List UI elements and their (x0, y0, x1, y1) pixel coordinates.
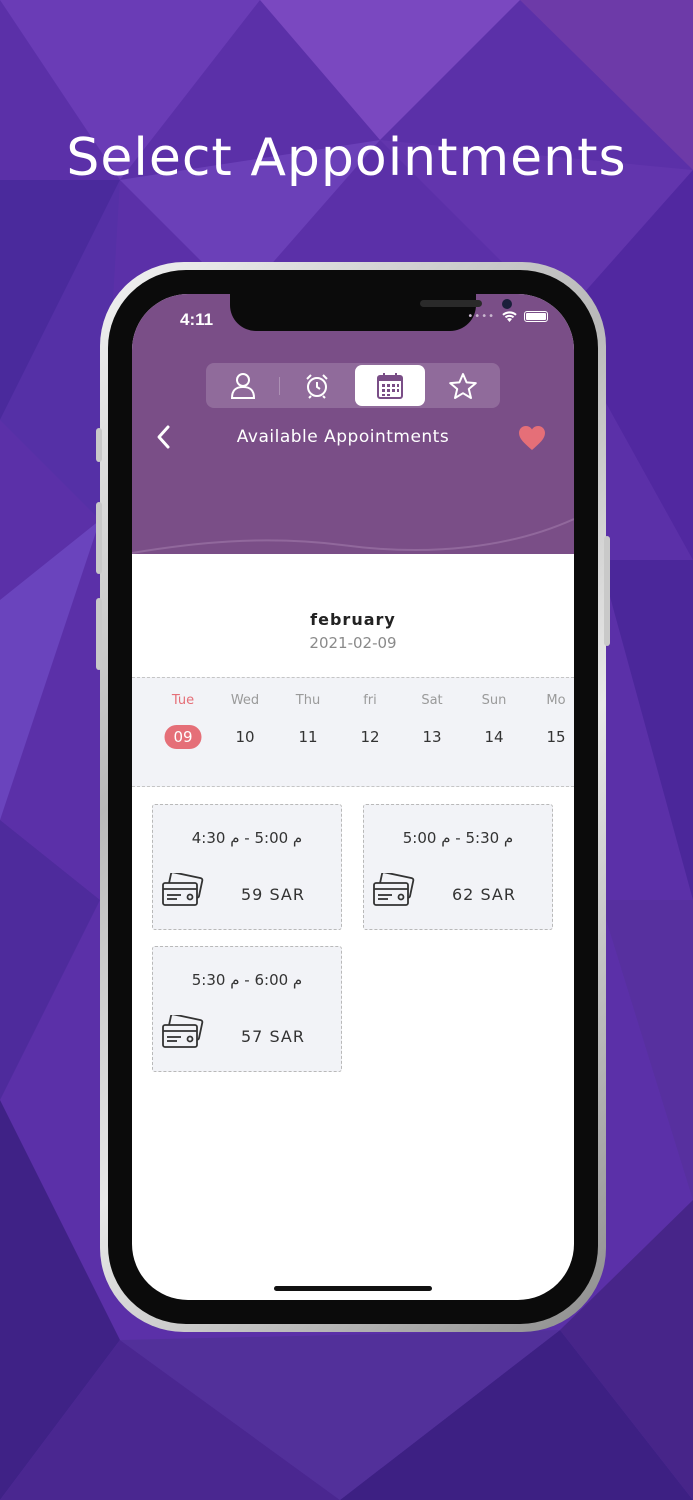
day-number: 09 (164, 725, 202, 749)
day-number: 15 (546, 728, 566, 746)
headline: Select Appointments (66, 128, 627, 188)
volume-up-button (96, 502, 102, 574)
day-name: Tue (171, 693, 195, 708)
day-thu[interactable]: Thu 11 (277, 678, 339, 786)
speaker (420, 300, 482, 307)
heart-icon (519, 426, 545, 450)
notch (230, 294, 512, 331)
power-button (604, 536, 610, 646)
user-icon (230, 372, 256, 399)
slot-price: 59 SAR (241, 885, 305, 904)
slot-time: م 5:00 - م 4:30 (191, 829, 303, 847)
phone-screen: 4:11 •••• Available Appointments februar… (132, 294, 574, 1300)
day-number: 10 (235, 728, 255, 746)
silent-switch (96, 428, 102, 462)
day-tue[interactable]: Tue 09 (152, 678, 214, 786)
slot-price: 57 SAR (241, 1027, 305, 1046)
status-time: 4:11 (180, 310, 214, 329)
tab-profile[interactable] (208, 365, 278, 406)
star-icon (449, 372, 477, 399)
selected-date: 2021-02-09 (309, 634, 397, 652)
payment-cards-icon (373, 873, 415, 906)
day-number: 11 (298, 728, 318, 746)
day-name: Mo (546, 693, 566, 708)
slot-price: 62 SAR (452, 885, 516, 904)
day-sun[interactable]: Sun 14 (463, 678, 525, 786)
tab-divider (279, 377, 280, 395)
day-number: 14 (484, 728, 504, 746)
day-sat[interactable]: Sat 13 (401, 678, 463, 786)
day-name: Wed (230, 693, 260, 708)
appointment-slot[interactable]: م 6:00 - م 5:30 57 SAR (152, 946, 342, 1072)
back-button[interactable] (154, 424, 172, 454)
header-wave (132, 509, 574, 554)
day-mon[interactable]: Mo 15 (525, 678, 574, 786)
tab-bar (206, 363, 500, 408)
battery-icon (524, 311, 548, 322)
wifi-icon (502, 311, 517, 322)
volume-down-button (96, 598, 102, 670)
favorite-button[interactable] (518, 425, 546, 455)
home-indicator[interactable] (274, 1286, 432, 1291)
slot-time: م 5:30 - م 5:00 (402, 829, 514, 847)
day-fri[interactable]: fri 12 (339, 678, 401, 786)
alarm-clock-icon (306, 373, 328, 399)
payment-cards-icon (162, 1015, 204, 1048)
date-strip[interactable]: Tue 09 Wed 10 Thu 11 fri 12 Sat 13 Sun 1… (132, 677, 574, 787)
day-name: fri (363, 693, 377, 708)
payment-cards-icon (162, 873, 204, 906)
selected-month: february (310, 610, 396, 629)
day-name: Sat (421, 693, 443, 708)
slot-time: م 6:00 - م 5:30 (191, 971, 303, 989)
status-icons: •••• (467, 310, 548, 323)
day-name: Sun (481, 693, 507, 708)
page-title: Available Appointments (236, 427, 450, 447)
tab-reminders[interactable] (282, 365, 352, 406)
tab-calendar[interactable] (355, 365, 425, 406)
appointment-slot[interactable]: م 5:30 - م 5:00 62 SAR (363, 804, 553, 930)
day-number: 12 (360, 728, 380, 746)
day-number: 13 (422, 728, 442, 746)
day-name: Thu (295, 693, 321, 708)
calendar-icon (377, 372, 403, 399)
tab-favorites[interactable] (428, 365, 498, 406)
appointment-slot[interactable]: م 5:00 - م 4:30 59 SAR (152, 804, 342, 930)
front-camera (502, 299, 512, 309)
day-wed[interactable]: Wed 10 (214, 678, 276, 786)
chevron-left-icon (157, 425, 170, 449)
signal-icon: •••• (467, 311, 495, 322)
